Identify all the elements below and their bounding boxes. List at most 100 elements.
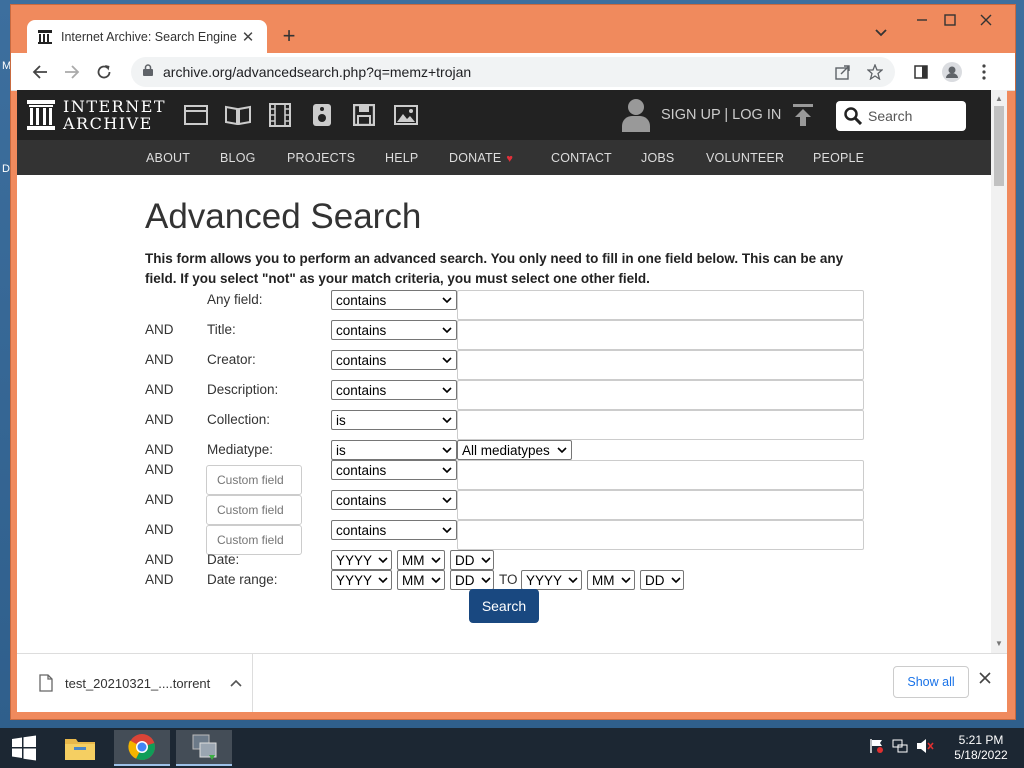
user-icon[interactable] — [622, 98, 650, 137]
nav-contact[interactable]: CONTACT — [551, 151, 612, 165]
nav-jobs[interactable]: JOBS — [641, 151, 674, 165]
profile-avatar-icon[interactable] — [941, 61, 963, 83]
browser-tab[interactable]: Internet Archive: Search Engine ✕ — [27, 20, 267, 54]
volume-muted-icon[interactable] — [916, 738, 934, 759]
nav-people[interactable]: PEOPLE — [813, 151, 864, 165]
custom-value-input[interactable] — [457, 460, 864, 490]
tab-strip: Internet Archive: Search Engine ✕ + — [11, 5, 1015, 54]
nav-projects[interactable]: PROJECTS — [287, 151, 355, 165]
mediatype-select[interactable]: All mediatypes — [457, 440, 572, 460]
field-label: Creator: — [207, 352, 256, 367]
match-select[interactable]: is — [331, 410, 457, 430]
from-month-select[interactable]: MM — [397, 570, 445, 590]
match-select[interactable]: contains — [331, 520, 457, 540]
collection-input[interactable] — [457, 410, 864, 440]
match-select[interactable]: contains — [331, 320, 457, 340]
chevron-down-icon — [442, 297, 452, 303]
side-panel-icon[interactable] — [910, 61, 932, 83]
to-day-select[interactable]: DD — [640, 570, 684, 590]
network-tool-icon[interactable] — [176, 730, 232, 766]
chevron-up-icon[interactable] — [230, 679, 242, 687]
chevron-down-icon — [670, 577, 681, 583]
nav-about[interactable]: ABOUT — [146, 151, 190, 165]
windows-start-icon[interactable] — [0, 730, 48, 766]
nav-donate[interactable]: DONATE ♥ — [449, 151, 513, 165]
show-all-button[interactable]: Show all — [893, 666, 969, 698]
maximize-icon[interactable] — [935, 11, 965, 33]
file-explorer-icon[interactable] — [52, 730, 108, 766]
back-arrow-icon[interactable] — [29, 61, 51, 83]
search-icon[interactable] — [844, 107, 862, 125]
bookmark-star-icon[interactable] — [867, 64, 883, 80]
any-field-input[interactable] — [457, 290, 864, 320]
chevron-down-icon — [378, 577, 388, 583]
reload-icon[interactable] — [93, 61, 115, 83]
video-icon[interactable] — [267, 102, 293, 128]
from-year-select[interactable]: YYYY — [331, 570, 392, 590]
title-input[interactable] — [457, 320, 864, 350]
close-shelf-icon[interactable] — [979, 672, 991, 684]
close-tab-icon[interactable]: ✕ — [239, 28, 257, 46]
web-icon[interactable] — [183, 102, 209, 128]
texts-icon[interactable] — [225, 102, 251, 128]
day-value: DD — [455, 552, 475, 568]
sign-up-login-link[interactable]: SIGN UP | LOG IN — [661, 107, 781, 123]
share-icon[interactable] — [835, 64, 851, 80]
page-scrollbar[interactable]: ▲ ▼ — [991, 90, 1007, 653]
audio-icon[interactable] — [309, 102, 335, 128]
ia-logo[interactable]: INTERNET ARCHIVE — [27, 98, 166, 132]
search-button[interactable]: Search — [469, 589, 539, 623]
match-select[interactable]: contains — [331, 380, 457, 400]
lock-icon[interactable] — [143, 63, 153, 81]
match-select[interactable]: contains — [331, 290, 457, 310]
custom-value-input[interactable] — [457, 490, 864, 520]
year-select[interactable]: YYYY — [331, 550, 392, 570]
to-year-select[interactable]: YYYY — [521, 570, 582, 590]
month-value: MM — [592, 572, 615, 588]
images-icon[interactable] — [393, 102, 419, 128]
nav-blog[interactable]: BLOG — [220, 151, 256, 165]
heart-icon: ♥ — [506, 153, 514, 165]
address-bar[interactable]: archive.org/advancedsearch.php?q=memz+tr… — [131, 57, 895, 87]
url-text[interactable]: archive.org/advancedsearch.php?q=memz+tr… — [163, 64, 819, 80]
match-select[interactable]: is — [331, 440, 457, 460]
upload-icon[interactable] — [793, 104, 813, 131]
scroll-down-icon[interactable]: ▼ — [995, 639, 1003, 648]
match-select[interactable]: contains — [331, 350, 457, 370]
browser-menu-icon[interactable] — [973, 61, 995, 83]
year-value: YYYY — [526, 572, 563, 588]
ia-search-box[interactable] — [836, 101, 966, 131]
custom-field-row: AND contains — [145, 520, 865, 555]
ia-search-input[interactable] — [868, 108, 958, 124]
minimize-icon[interactable] — [907, 11, 937, 33]
new-tab-button[interactable]: + — [277, 23, 301, 49]
description-input[interactable] — [457, 380, 864, 410]
to-month-select[interactable]: MM — [587, 570, 635, 590]
forward-arrow-icon[interactable] — [61, 61, 83, 83]
field-label: Date range: — [207, 572, 278, 587]
match-select[interactable]: contains — [331, 490, 457, 510]
field-row-title: AND Title: contains — [145, 320, 865, 350]
nav-help[interactable]: HELP — [385, 151, 418, 165]
creator-input[interactable] — [457, 350, 864, 380]
chevron-down-icon — [442, 357, 452, 363]
custom-value-input[interactable] — [457, 520, 864, 550]
download-item[interactable]: test_20210321_....torrent — [17, 654, 253, 712]
field-label: Date: — [207, 552, 240, 567]
action-center-flag-icon[interactable] — [870, 738, 884, 759]
from-day-select[interactable]: DD — [450, 570, 494, 590]
software-icon[interactable] — [351, 102, 377, 128]
clock[interactable]: 5:21 PM 5/18/2022 — [950, 733, 1012, 763]
and-label: AND — [145, 322, 174, 337]
tab-search-chevron-icon[interactable] — [875, 26, 887, 40]
chrome-icon[interactable] — [114, 730, 170, 766]
month-select[interactable]: MM — [397, 550, 445, 570]
day-select[interactable]: DD — [450, 550, 494, 570]
scroll-up-icon[interactable]: ▲ — [995, 94, 1003, 103]
close-window-icon[interactable] — [971, 11, 1001, 33]
nav-volunteer[interactable]: VOLUNTEER — [706, 151, 784, 165]
match-select[interactable]: contains — [331, 460, 457, 480]
scroll-thumb[interactable] — [994, 106, 1004, 186]
page-viewport: INTERNET ARCHIVE SIGN UP | LOG IN Search… — [17, 90, 991, 653]
network-icon[interactable] — [892, 738, 908, 759]
